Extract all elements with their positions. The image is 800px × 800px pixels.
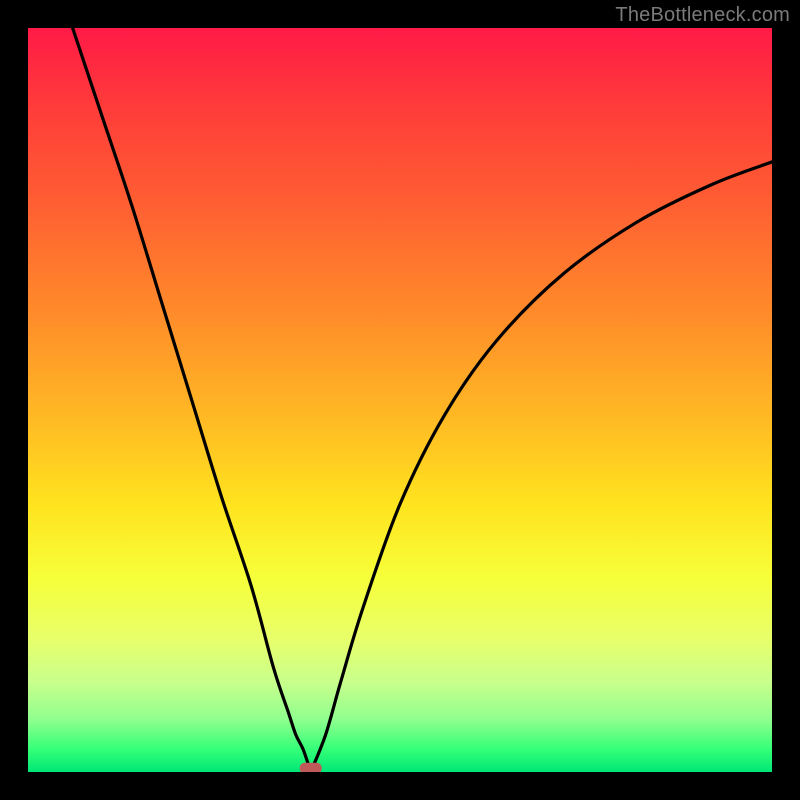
chart-frame: TheBottleneck.com (0, 0, 800, 800)
min-marker (300, 763, 322, 772)
curve-svg (28, 28, 772, 772)
plot-area (28, 28, 772, 772)
watermark-text: TheBottleneck.com (615, 4, 790, 27)
curve-left (73, 28, 311, 772)
curve-right (311, 162, 772, 772)
